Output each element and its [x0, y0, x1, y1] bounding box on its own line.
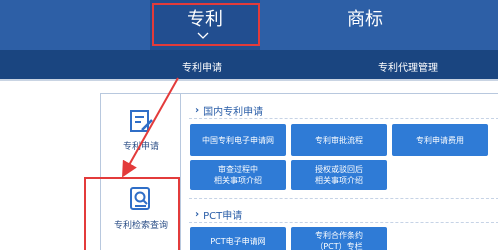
patent-portal-page: { "topnav": { "patent_label": "专利", "tra… [0, 0, 498, 250]
annotation-arrow-icon [122, 77, 179, 178]
